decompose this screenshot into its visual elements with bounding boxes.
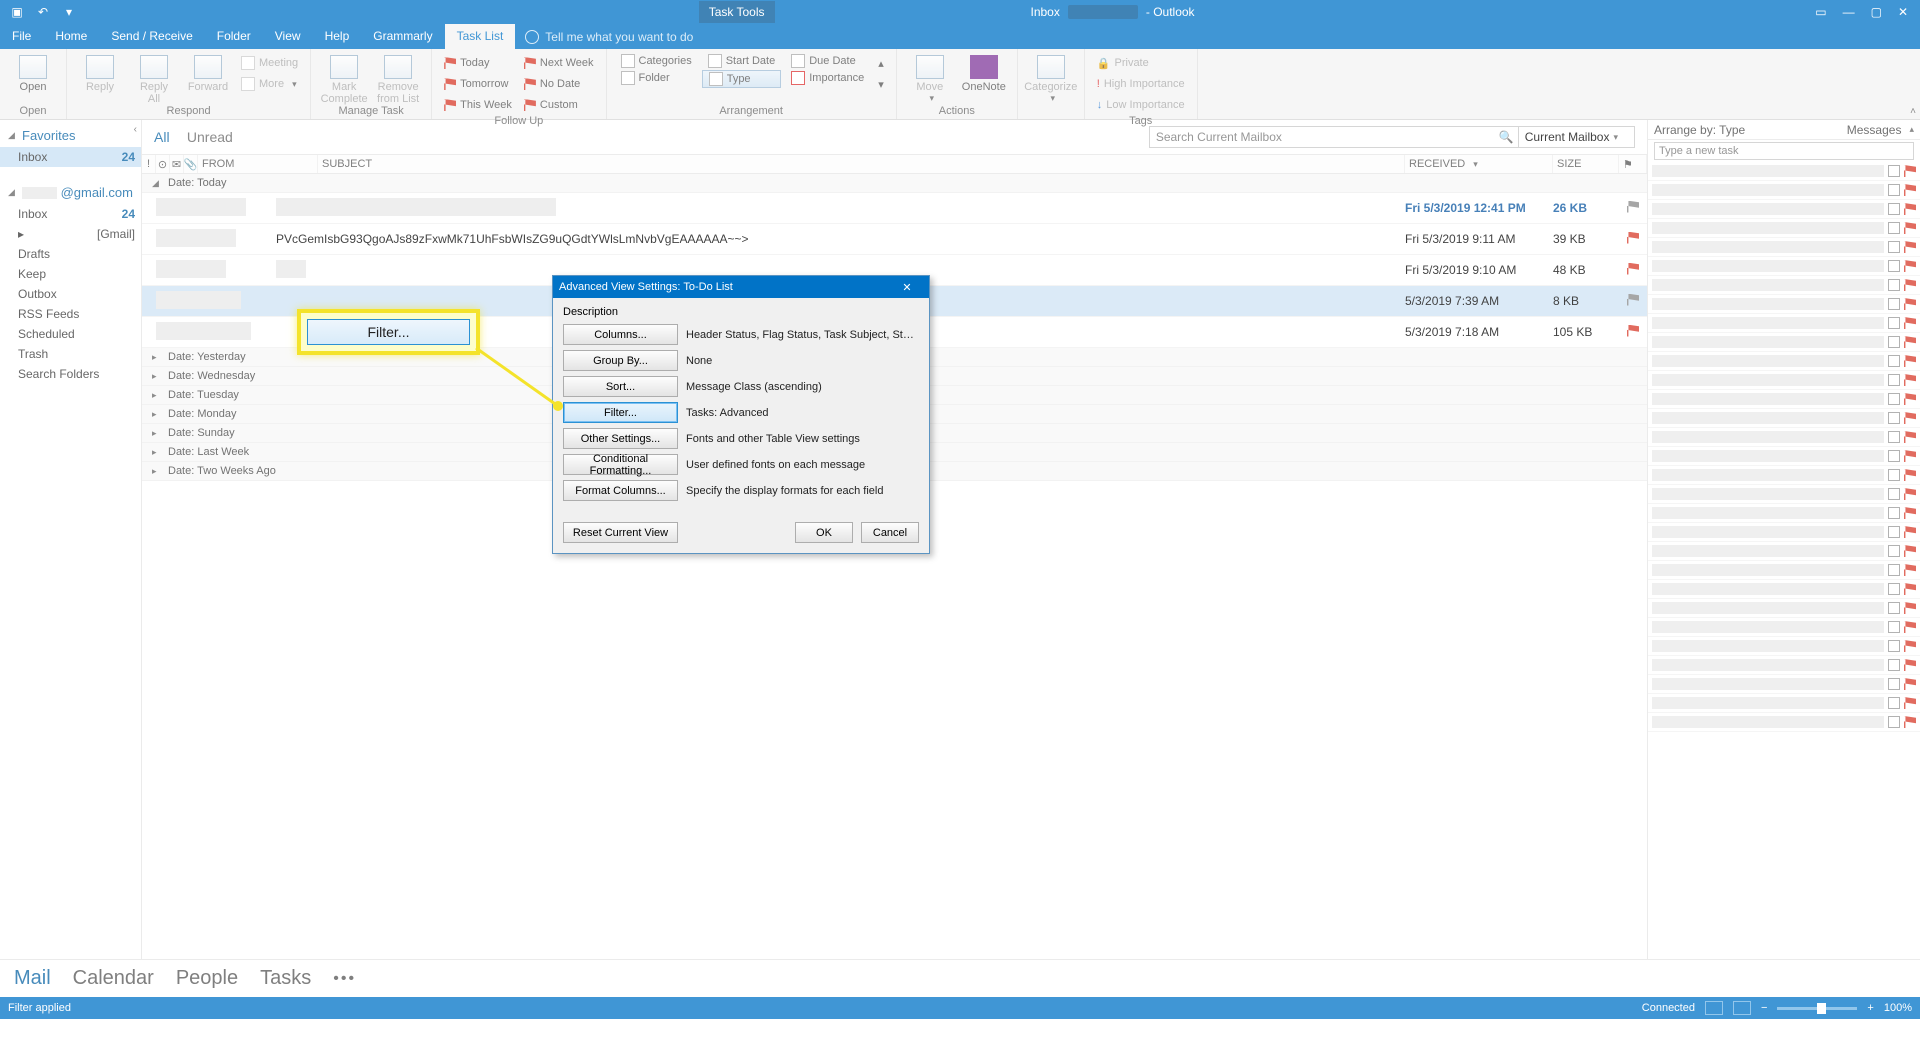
dialog-group-by-button[interactable]: Group By... <box>563 350 678 371</box>
dialog-close-icon[interactable]: ✕ <box>891 281 923 294</box>
reset-current-view-button[interactable]: Reset Current View <box>563 522 678 543</box>
ok-button[interactable]: OK <box>795 522 853 543</box>
dialog-row-desc: Specify the display formats for each fie… <box>686 485 919 497</box>
advanced-view-settings-dialog: Advanced View Settings: To-Do List ✕ Des… <box>552 275 930 554</box>
callout-filter-button: Filter... <box>307 319 470 345</box>
dialog-format-columns-button[interactable]: Format Columns... <box>563 480 678 501</box>
dialog-row-desc: User defined fonts on each message <box>686 459 919 471</box>
dialog-description-label: Description <box>563 306 919 318</box>
cancel-button[interactable]: Cancel <box>861 522 919 543</box>
modal-overlay <box>0 0 1920 1051</box>
dialog-filter-button[interactable]: Filter... <box>563 402 678 423</box>
dialog-conditional-formatting-button[interactable]: Conditional Formatting... <box>563 454 678 475</box>
dialog-row-desc: Fonts and other Table View settings <box>686 433 919 445</box>
dialog-row-desc: Message Class (ascending) <box>686 381 919 393</box>
dialog-row-desc: Header Status, Flag Status, Task Subject… <box>686 329 919 341</box>
dialog-sort-button[interactable]: Sort... <box>563 376 678 397</box>
dialog-row-desc: None <box>686 355 919 367</box>
callout-highlight: Filter... <box>297 309 480 355</box>
dialog-title: Advanced View Settings: To-Do List <box>559 281 733 293</box>
dialog-columns-button[interactable]: Columns... <box>563 324 678 345</box>
dialog-row-desc: Tasks: Advanced <box>686 407 919 419</box>
dialog-other-settings-button[interactable]: Other Settings... <box>563 428 678 449</box>
dialog-title-bar[interactable]: Advanced View Settings: To-Do List ✕ <box>553 276 929 298</box>
